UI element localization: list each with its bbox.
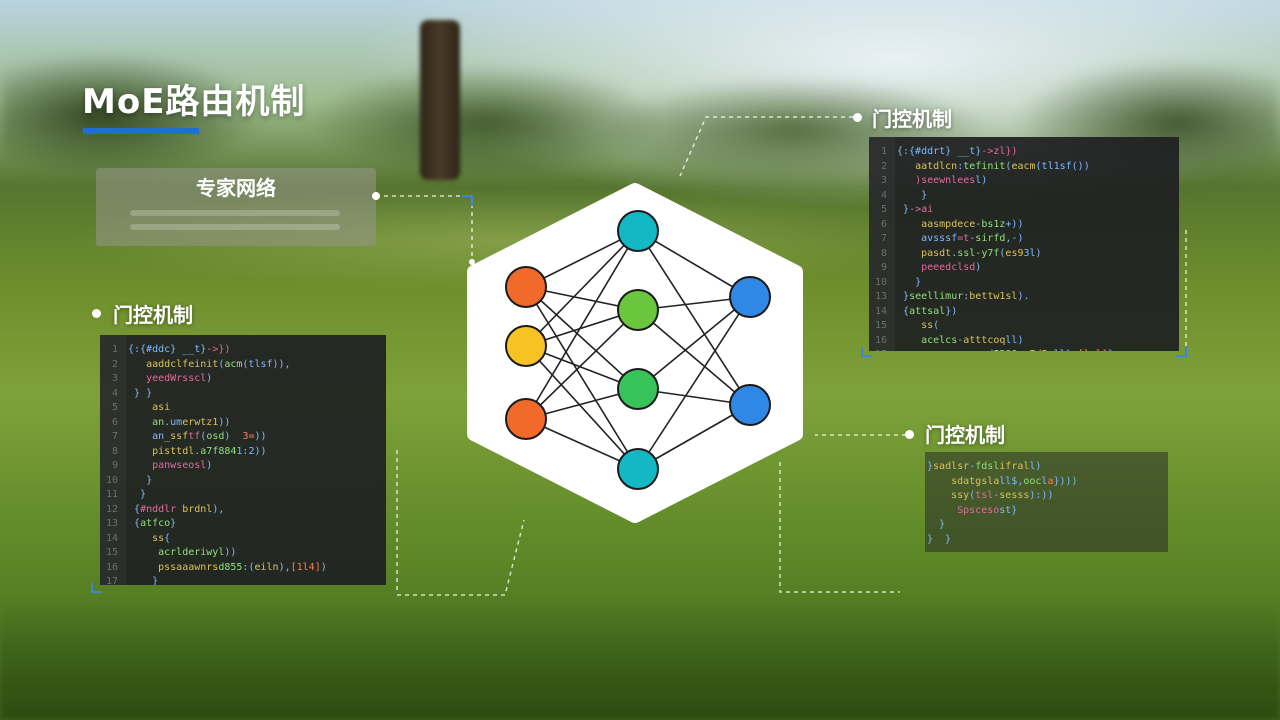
network-node [729,276,771,318]
connector-dot [372,192,380,200]
network-node [617,210,659,252]
network-node [617,448,659,490]
network-node [505,325,547,367]
network-node [505,398,547,440]
network-node [617,289,659,331]
slide: MoE路由机制 专家网络 门控机制 1 {:{#ddc} __t}->}) 2 a… [0,0,1280,720]
network-node [617,368,659,410]
neural-network-icon [467,183,803,523]
diagram-overlay [91,116,1187,596]
network-node [729,384,771,426]
network-node [505,266,547,308]
